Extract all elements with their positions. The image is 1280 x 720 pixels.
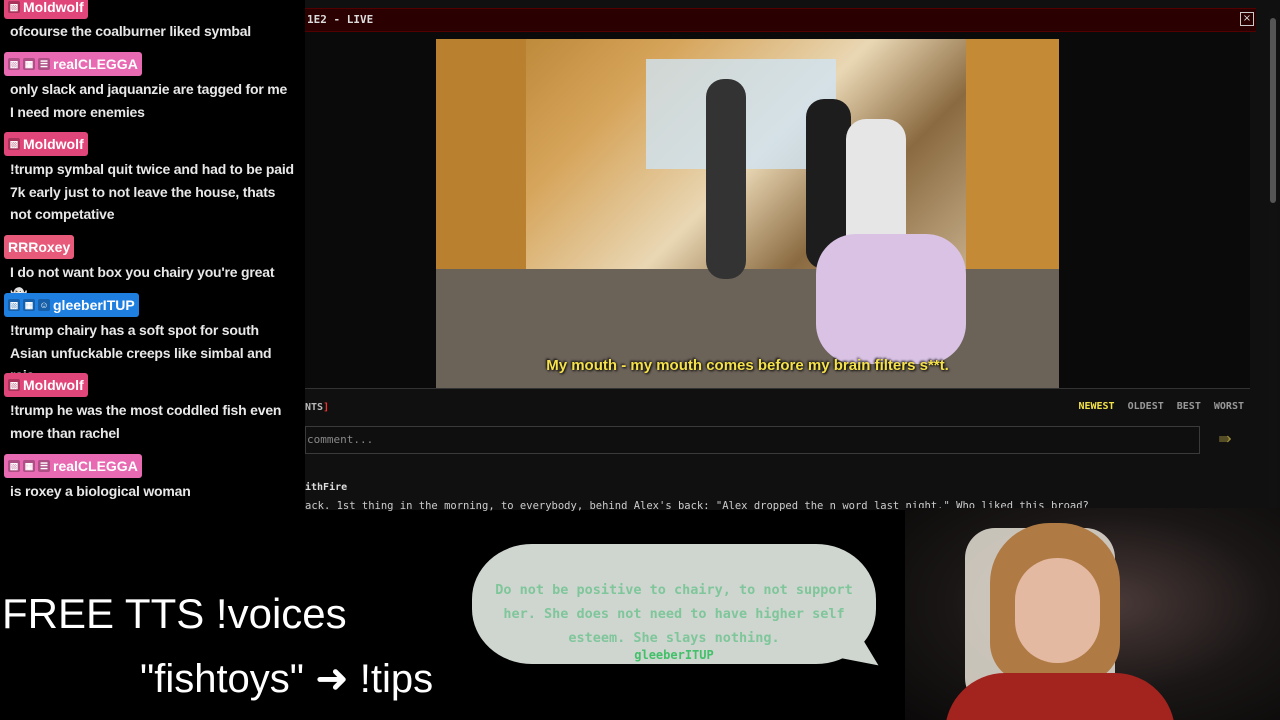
chat-message: RRRoxey I do not want box you chairy you'… xyxy=(0,235,300,303)
chat-badge-icon: ▧ xyxy=(8,1,20,13)
window-title: 1E2 - LIVE xyxy=(307,13,374,26)
send-icon[interactable]: ⇛ xyxy=(1208,426,1242,454)
chat-badge-icon: ▧ xyxy=(8,138,20,150)
chat-badge-icon: ▧ xyxy=(8,460,20,472)
chat-username[interactable]: ▧ ▦ ☺ gleeberITUP xyxy=(4,293,139,317)
chat-message: ▧ ▦ ☰ realCLEGGA only slack and jaquanzie ar… xyxy=(0,52,300,120)
chat-message-text: !trump symbal quit twice and had to be p… xyxy=(10,161,294,222)
webcam-feed xyxy=(905,508,1280,720)
sort-newest[interactable]: NEWEST xyxy=(1078,401,1114,412)
chat-badge-icon: ▦ xyxy=(23,58,35,70)
chat-username-text: realCLEGGA xyxy=(53,458,138,474)
chat-message-text: is roxey a biological woman xyxy=(10,483,191,499)
chat-badge-icon: ☰ xyxy=(38,58,50,70)
chat-badge-icon: ☺ xyxy=(38,299,50,311)
chat-message: ▧ Moldwolf ofcourse the coalburner liked s… xyxy=(0,0,300,39)
chat-username[interactable]: ▧ ▦ ☰ realCLEGGA xyxy=(4,454,142,478)
tts-speech-bubble: Do not be positive to chairy, to not sup… xyxy=(472,544,876,664)
chat-badge-icon: ▦ xyxy=(23,299,35,311)
comments-label: NTS] xyxy=(305,402,329,413)
chat-panel: ▧ Moldwolf ofcourse the coalburner liked s… xyxy=(0,0,305,510)
chat-badge-icon: ▧ xyxy=(8,379,20,391)
sort-best[interactable]: BEST xyxy=(1177,401,1201,412)
live-video-frame[interactable]: My mouth - my mouth comes before my brai… xyxy=(436,39,1059,388)
chat-message-text: ofcourse the coalburner liked symbal xyxy=(10,23,251,39)
tts-promo-line2: "fishtoys" ➜ !tips xyxy=(140,657,434,701)
chat-username[interactable]: ▧ Moldwolf xyxy=(4,0,88,19)
tts-message: Do not be positive to chairy, to not sup… xyxy=(495,582,853,646)
comments-header: NTS] NEWEST OLDEST BEST WORST xyxy=(305,398,1250,418)
chat-message-text: !trump he was the most coddled fish even… xyxy=(10,402,282,441)
scrollbar-thumb[interactable] xyxy=(1270,18,1276,203)
chat-username[interactable]: RRRoxey xyxy=(4,235,75,259)
chat-badge-icon: ▧ xyxy=(8,299,20,311)
chat-username-text: Moldwolf xyxy=(23,377,84,393)
tts-promo-line1: FREE TTS !voices xyxy=(2,590,347,637)
scrollbar[interactable] xyxy=(1269,10,1277,510)
chat-badge-icon: ▦ xyxy=(23,460,35,472)
comment-author[interactable]: ithFire xyxy=(305,482,347,493)
chat-message: ▧ ▦ ☰ realCLEGGA is roxey a biological woman xyxy=(0,454,300,499)
video-subtitle: My mouth - my mouth comes before my brai… xyxy=(546,357,949,374)
sort-oldest[interactable]: OLDEST xyxy=(1128,401,1164,412)
tts-sender: gleeberITUP xyxy=(634,648,714,662)
chat-message: ▧ Moldwolf !trump he was the most coddled … xyxy=(0,373,300,441)
chat-username[interactable]: ▧ Moldwolf xyxy=(4,373,88,397)
chat-username[interactable]: ▧ Moldwolf xyxy=(4,132,88,156)
person-1 xyxy=(706,79,746,279)
sort-worst[interactable]: WORST xyxy=(1214,401,1244,412)
chat-message: ▧ Moldwolf !trump symbal quit twice and ha… xyxy=(0,132,300,222)
chat-badge-icon: ☰ xyxy=(38,460,50,472)
comment-input[interactable]: comment... xyxy=(305,426,1200,454)
chat-username-text: Moldwolf xyxy=(23,136,84,152)
chat-message: ▧ ▦ ☺ gleeberITUP !trump chairy has a soft s… xyxy=(0,293,300,383)
person-4 xyxy=(816,234,966,364)
chat-username-text: RRRoxey xyxy=(8,239,71,255)
video-area: My mouth - my mouth comes before my brai… xyxy=(305,32,1250,389)
chat-username-text: realCLEGGA xyxy=(53,56,138,72)
chat-username[interactable]: ▧ ▦ ☰ realCLEGGA xyxy=(4,52,142,76)
chat-username-text: Moldwolf xyxy=(23,0,84,15)
chat-message-text: only slack and jaquanzie are tagged for … xyxy=(10,81,288,120)
close-icon[interactable]: × xyxy=(1240,12,1254,26)
chat-username-text: gleeberITUP xyxy=(53,297,135,313)
sort-options: NEWEST OLDEST BEST WORST xyxy=(1071,401,1244,412)
window-titlebar: 1E2 - LIVE × xyxy=(305,8,1256,32)
comments-label-text: NTS xyxy=(305,402,324,413)
streamer-face xyxy=(1015,558,1100,663)
chat-badge-icon: ▧ xyxy=(8,58,20,70)
streamer-shirt xyxy=(945,673,1175,720)
comments-count: ] xyxy=(323,402,330,413)
browser-overlay-window: 1E2 - LIVE × My mouth - my mouth comes b… xyxy=(305,0,1280,512)
